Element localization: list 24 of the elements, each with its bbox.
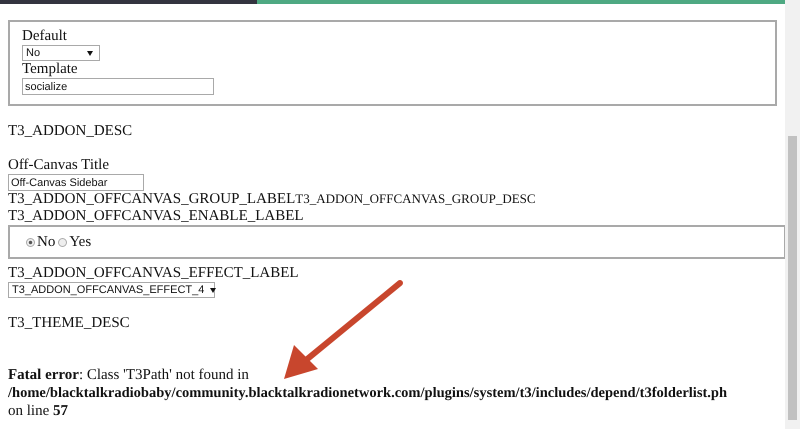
error-path: /home/blacktalkradiobaby/community.blacktalkradionetwork.com/plugins/system/t3/includes/depend/t3folderlist.ph — [8, 384, 728, 402]
radio-label: Yes — [69, 234, 92, 250]
field-label: Default — [22, 28, 68, 45]
default-select[interactable]: No — [22, 45, 100, 61]
field-label: Template — [22, 61, 79, 78]
addon-description: T3_ADDON_DESC — [8, 123, 134, 140]
radio-label: No — [37, 234, 56, 250]
caret-icon — [210, 288, 216, 292]
title-input[interactable]: Off-Canvas Sidebar — [8, 174, 144, 191]
caret-icon — [87, 50, 93, 56]
error-line: on line 57 — [8, 402, 69, 420]
effect-select[interactable]: T3_ADDON_OFFCANVAS_EFFECT_4 — [8, 282, 215, 298]
group-label: T3_ADDON_OFFCANVAS_GROUP_LABEL — [8, 191, 296, 208]
field-label: Off-Canvas Title — [8, 157, 110, 174]
scrollbar[interactable] — [785, 0, 800, 429]
theme-description: T3_THEME_DESC — [8, 315, 131, 332]
field-label: T3_ADDON_OFFCANVAS_EFFECT_LABEL — [8, 265, 300, 282]
field-label: T3_ADDON_OFFCANVAS_ENABLE_LABEL — [8, 208, 305, 225]
scrollbar-thumb[interactable] — [788, 136, 797, 420]
radio-button[interactable] — [58, 238, 68, 246]
template-input[interactable]: socialize — [22, 78, 214, 95]
radio-button[interactable] — [26, 238, 35, 246]
error-message: Fatal error: Class 'T3Path' not found in — [8, 366, 250, 384]
group-description: T3_ADDON_OFFCANVAS_GROUP_DESC — [295, 191, 536, 207]
